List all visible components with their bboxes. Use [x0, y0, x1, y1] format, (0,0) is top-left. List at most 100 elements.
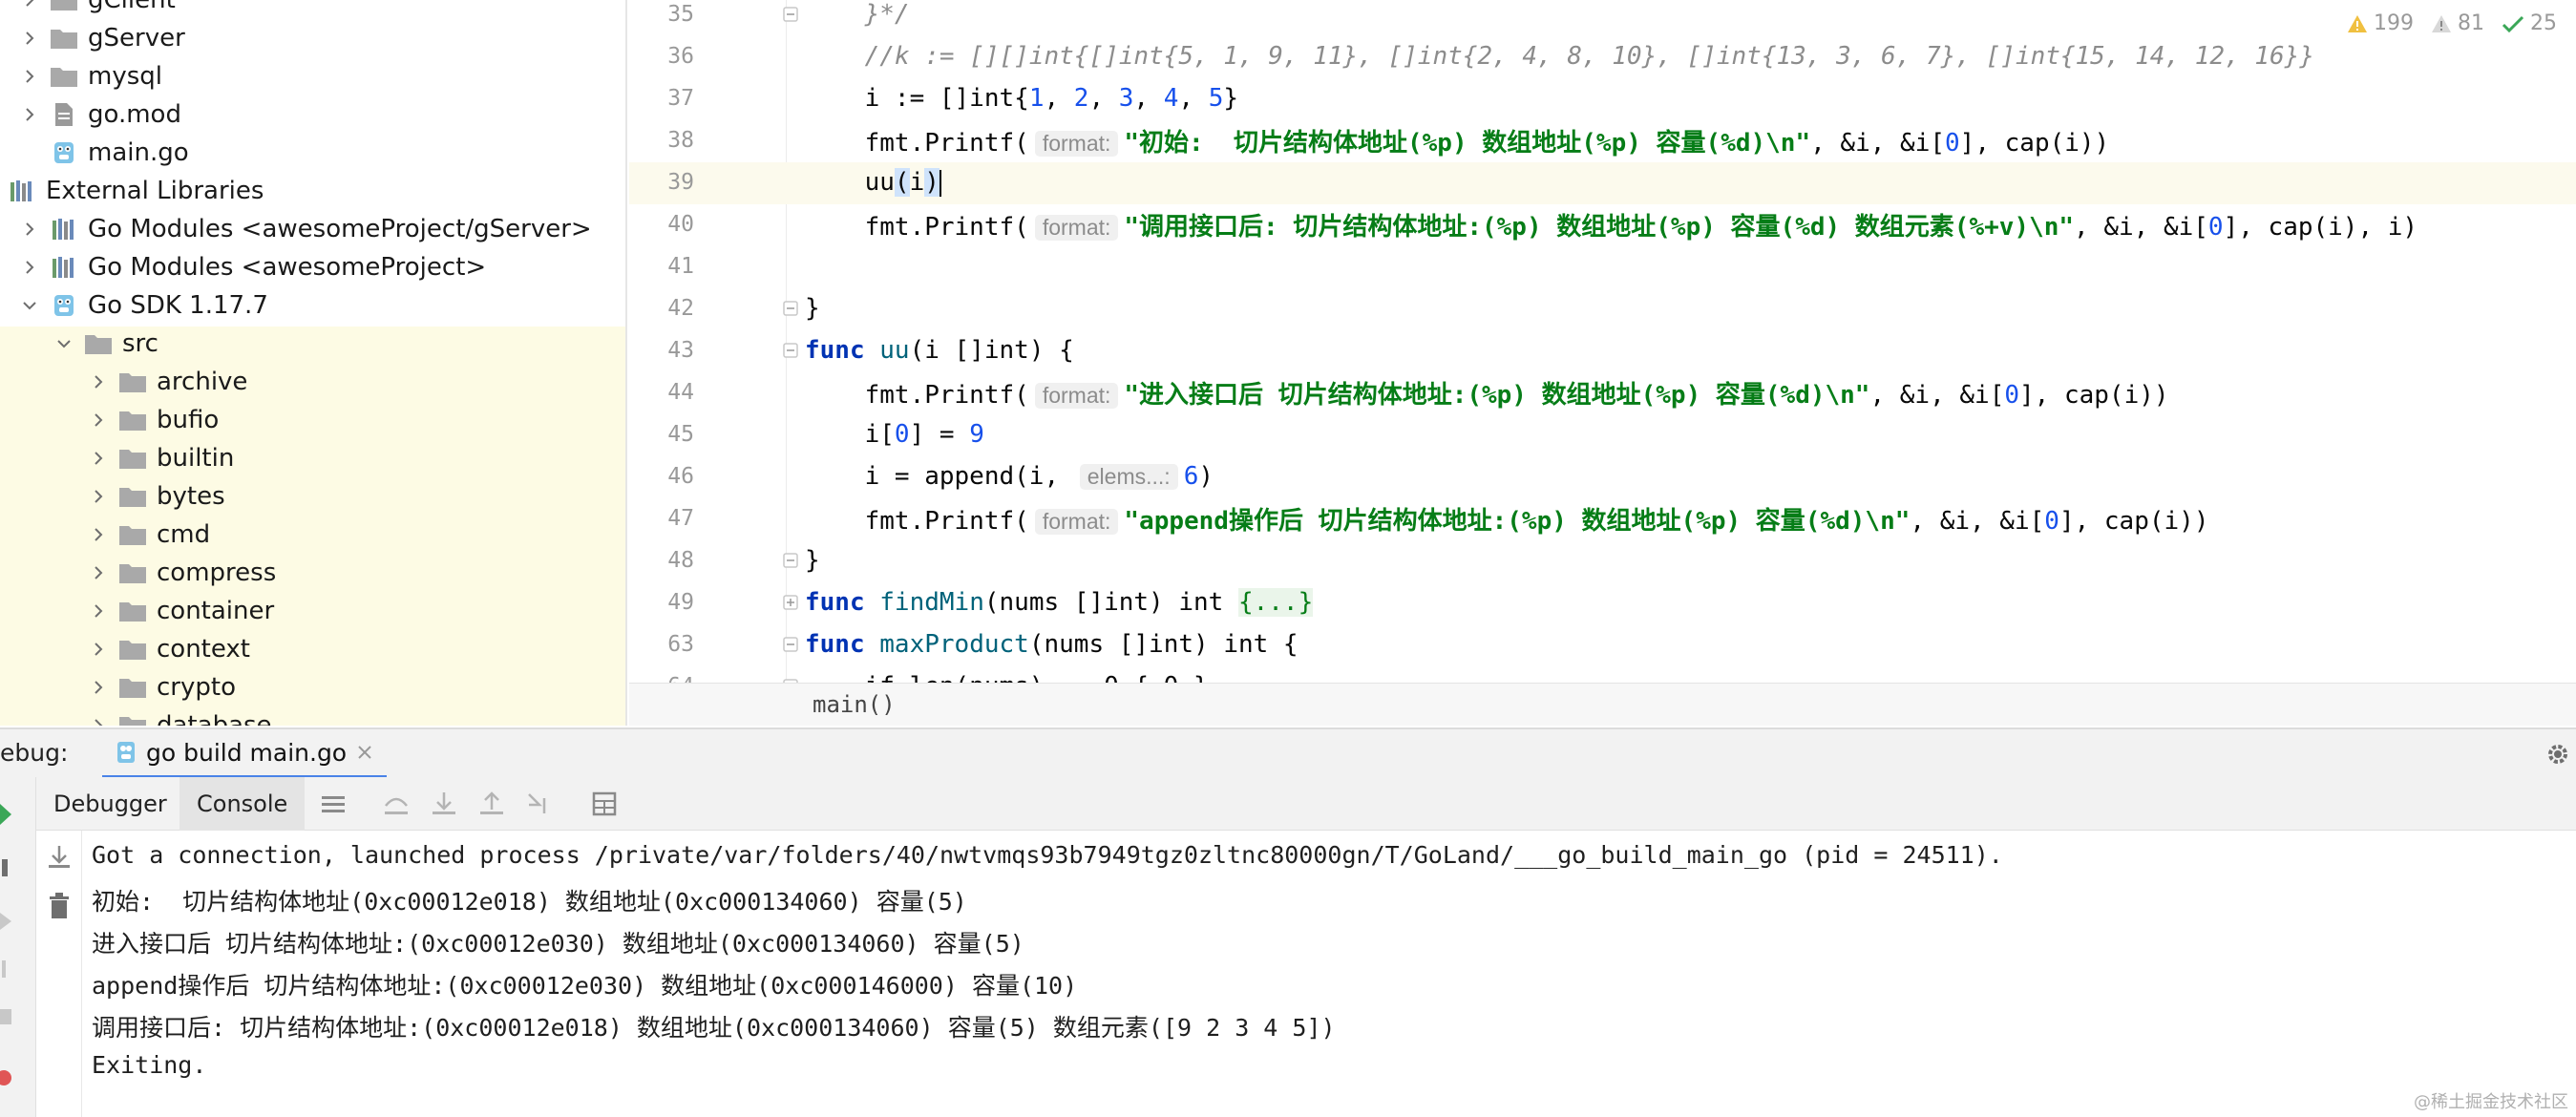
close-icon[interactable]	[356, 744, 373, 761]
chevron-right-icon[interactable]	[86, 675, 111, 700]
code-line[interactable]: 63 func maxProduct(nums []int) int {	[629, 623, 2576, 665]
chevron-down-icon[interactable]	[52, 331, 76, 356]
tree-item-go-modules-awesomeproject[interactable]: Go Modules <awesomeProject>	[17, 248, 486, 286]
evaluate-expression-icon[interactable]	[590, 790, 619, 817]
tree-item-context[interactable]: context	[86, 630, 250, 668]
code-line[interactable]: 38 fmt.Printf(format: "初始: 切片结构体地址(%p) 数组…	[629, 119, 2576, 161]
line-number[interactable]: 39	[629, 170, 694, 195]
chevron-right-icon[interactable]	[86, 560, 111, 585]
line-number[interactable]: 44	[629, 380, 694, 405]
tree-item-crypto[interactable]: crypto	[86, 668, 236, 706]
step-over-icon[interactable]	[382, 790, 411, 817]
tree-item-bytes[interactable]: bytes	[86, 477, 225, 516]
fold-marker-icon[interactable]	[782, 594, 799, 611]
line-number[interactable]: 40	[629, 212, 694, 237]
fold-marker-icon[interactable]	[782, 342, 799, 359]
chevron-right-icon[interactable]	[86, 484, 111, 509]
chevron-right-icon[interactable]	[17, 64, 42, 89]
wrench-icon[interactable]	[0, 855, 17, 880]
tree-item-external-libraries[interactable]: External Libraries	[0, 172, 264, 210]
folded-code[interactable]: {...}	[1237, 588, 1314, 617]
fold-marker-icon[interactable]	[782, 552, 799, 569]
line-number[interactable]: 37	[629, 86, 694, 111]
line-number[interactable]: 35	[629, 2, 694, 27]
fold-marker-icon[interactable]	[782, 6, 799, 23]
tree-item-go-modules-awesomeproject-gserver[interactable]: Go Modules <awesomeProject/gServer>	[17, 210, 592, 248]
step-into-icon[interactable]	[430, 790, 458, 817]
tree-item-gclient[interactable]: gClient	[17, 0, 176, 19]
breadcrumb[interactable]: main()	[813, 691, 896, 718]
code-line[interactable]: 48}	[629, 539, 2576, 581]
chevron-right-icon[interactable]	[86, 446, 111, 471]
tree-item-bufio[interactable]: bufio	[86, 401, 219, 439]
rerun-icon[interactable]	[0, 800, 13, 829]
inspection-widget[interactable]: 199 81 25	[2347, 11, 2557, 35]
code-editor[interactable]: 35 }*/36 //k := [][]int{[]int{5, 1, 9, 1…	[629, 0, 2576, 683]
code-line[interactable]: 40 fmt.Printf(format: "调用接口后: 切片结构体地址:(%p…	[629, 203, 2576, 245]
chevron-right-icon[interactable]	[86, 599, 111, 623]
chevron-right-icon[interactable]	[86, 522, 111, 547]
code-line[interactable]: 49 func findMin(nums []int) int {...}	[629, 581, 2576, 623]
chevron-down-icon[interactable]	[17, 293, 42, 318]
tree-item-cmd[interactable]: cmd	[86, 516, 210, 554]
chevron-right-icon[interactable]	[86, 713, 111, 726]
line-number[interactable]: 38	[629, 128, 694, 153]
tree-item-go-sdk-1-17-7[interactable]: Go SDK 1.17.7	[17, 286, 268, 325]
tree-item-src[interactable]: src	[52, 325, 158, 363]
code-line[interactable]: 37 i := []int{1, 2, 3, 4, 5}	[629, 77, 2576, 119]
pause-icon[interactable]	[0, 955, 15, 983]
tree-item-gserver[interactable]: gServer	[17, 19, 185, 57]
gear-icon[interactable]	[2545, 742, 2570, 767]
chevron-right-icon[interactable]	[17, 26, 42, 51]
warnings-count[interactable]: 199	[2347, 11, 2414, 35]
weak-warnings-count[interactable]: 81	[2431, 11, 2484, 35]
code-line[interactable]: 46 i = append(i, elems...: 6)	[629, 455, 2576, 497]
tree-item-builtin[interactable]: builtin	[86, 439, 234, 477]
line-number[interactable]: 42	[629, 296, 694, 321]
chevron-right-icon[interactable]	[17, 255, 42, 280]
code-line[interactable]: 64 if len(nums) == 0 { 0 }	[629, 665, 2576, 683]
mute-breakpoints-icon[interactable]	[0, 1064, 15, 1092]
tree-item-archive[interactable]: archive	[86, 363, 247, 401]
code-line[interactable]: 43 func uu(i []int) {	[629, 329, 2576, 371]
fold-marker-icon[interactable]	[782, 300, 799, 317]
tree-item-go-mod[interactable]: go.mod	[17, 95, 181, 134]
tab-console[interactable]: Console	[179, 777, 306, 831]
line-number[interactable]: 36	[629, 44, 694, 69]
code-line[interactable]: 44 fmt.Printf(format: "进入接口后 切片结构体地址:(%p)…	[629, 371, 2576, 413]
console-output[interactable]: Got a connection, launched process /priv…	[82, 831, 2576, 1117]
trash-icon[interactable]	[46, 892, 73, 920]
tree-item-main-go[interactable]: main.go	[17, 134, 189, 172]
chevron-right-icon[interactable]	[86, 637, 111, 662]
typos-count[interactable]: 25	[2502, 11, 2557, 35]
code-line[interactable]: 45 i[0] = 9	[629, 413, 2576, 455]
line-number[interactable]: 46	[629, 464, 694, 489]
chevron-right-icon[interactable]	[86, 369, 111, 394]
line-number[interactable]: 48	[629, 548, 694, 573]
run-config-tab[interactable]: go build main.go	[102, 729, 388, 779]
tree-item-mysql[interactable]: mysql	[17, 57, 162, 95]
resume-icon[interactable]	[0, 907, 15, 936]
fold-marker-icon[interactable]	[782, 636, 799, 653]
line-number[interactable]: 41	[629, 254, 694, 279]
tree-item-compress[interactable]: compress	[86, 554, 276, 592]
chevron-right-icon[interactable]	[86, 408, 111, 432]
code-line[interactable]: 42}	[629, 287, 2576, 329]
scroll-to-end-icon[interactable]	[46, 844, 73, 871]
chevron-right-icon[interactable]	[17, 217, 42, 242]
code-line[interactable]: 39 uu(i)	[629, 161, 2576, 203]
tree-item-container[interactable]: container	[86, 592, 274, 630]
menu-icon[interactable]	[319, 790, 348, 817]
stop-icon[interactable]	[0, 1002, 15, 1031]
code-line[interactable]: 36 //k := [][]int{[]int{5, 1, 9, 11}, []…	[629, 35, 2576, 77]
run-to-cursor-icon[interactable]	[525, 790, 554, 817]
code-line[interactable]: 35 }*/	[629, 0, 2576, 35]
code-line[interactable]: 47 fmt.Printf(format: "append操作后 切片结构体地址:…	[629, 497, 2576, 539]
step-out-icon[interactable]	[477, 790, 506, 817]
line-number[interactable]: 64	[629, 674, 694, 683]
line-number[interactable]: 47	[629, 506, 694, 531]
line-number[interactable]: 43	[629, 338, 694, 363]
chevron-right-icon[interactable]	[17, 0, 42, 12]
code-line[interactable]: 41	[629, 245, 2576, 287]
tab-debugger[interactable]: Debugger	[36, 777, 184, 831]
